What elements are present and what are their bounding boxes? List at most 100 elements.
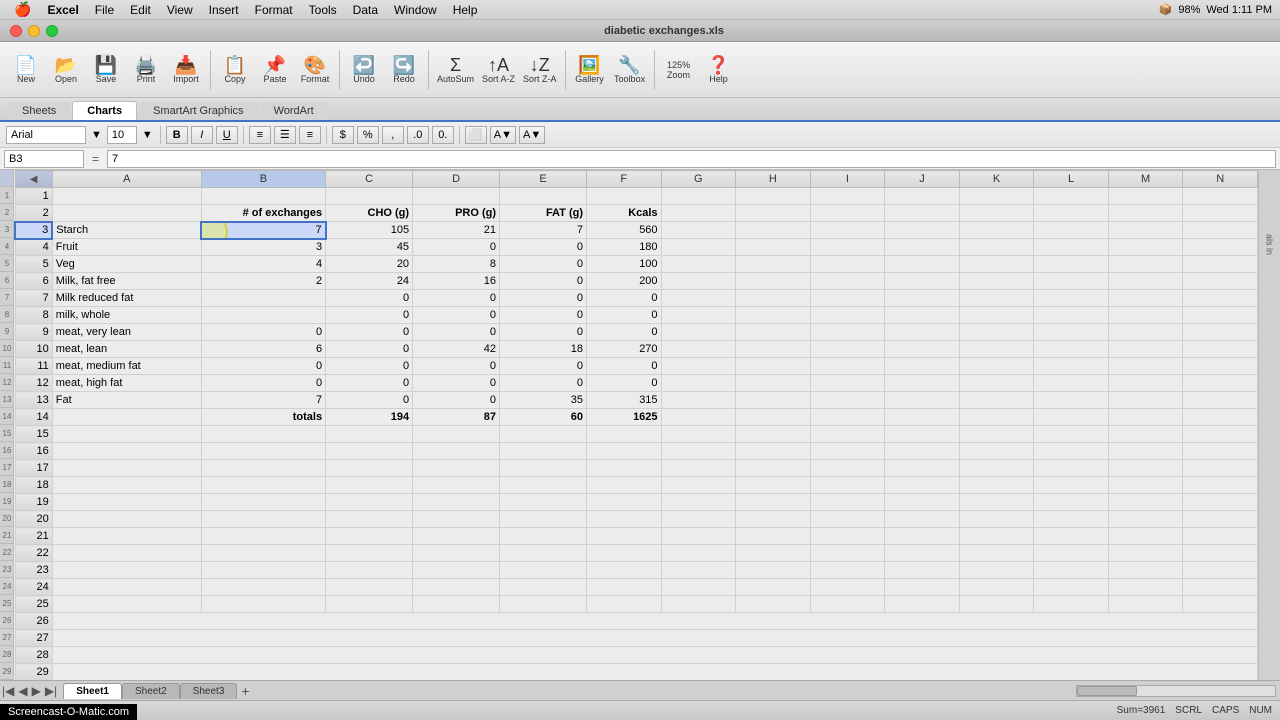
cell-l16[interactable] [1034, 443, 1109, 460]
cell-e12[interactable]: 0 [500, 375, 587, 392]
cell-k10[interactable] [959, 341, 1034, 358]
copy-button[interactable]: 📋 Copy [217, 46, 253, 94]
cell-empty-29[interactable] [52, 664, 1257, 681]
cell-a16[interactable] [52, 443, 201, 460]
cell-d23[interactable] [413, 562, 500, 579]
row-num-12[interactable]: 12 [15, 375, 52, 392]
cell-k18[interactable] [959, 477, 1034, 494]
cell-n3[interactable] [1183, 222, 1258, 239]
row-num-23[interactable]: 23 [15, 562, 52, 579]
cell-n23[interactable] [1183, 562, 1258, 579]
cell-k1[interactable] [959, 188, 1034, 205]
cell-b25[interactable] [201, 596, 325, 613]
cell-c12[interactable]: 0 [326, 375, 413, 392]
cell-h20[interactable] [736, 511, 811, 528]
cell-b10[interactable]: 6 [201, 341, 325, 358]
save-button[interactable]: 💾 Save [88, 46, 124, 94]
cell-g9[interactable] [661, 324, 736, 341]
cell-m11[interactable] [1108, 358, 1183, 375]
cell-c5[interactable]: 20 [326, 256, 413, 273]
cell-a6[interactable]: Milk, fat free [52, 273, 201, 290]
cell-m16[interactable] [1108, 443, 1183, 460]
sort-az-button[interactable]: ↑A Sort A-Z [480, 46, 517, 94]
autosum-button[interactable]: Σ AutoSum [435, 46, 476, 94]
cell-d16[interactable] [413, 443, 500, 460]
cell-a19[interactable] [52, 494, 201, 511]
cell-k7[interactable] [959, 290, 1034, 307]
tab-sheets[interactable]: Sheets [8, 102, 70, 120]
spreadsheet-grid[interactable]: ◀ A B C D E F G H I J K L M [14, 170, 1258, 680]
cell-d22[interactable] [413, 545, 500, 562]
cell-a23[interactable] [52, 562, 201, 579]
cell-k8[interactable] [959, 307, 1034, 324]
cell-k6[interactable] [959, 273, 1034, 290]
cell-b4[interactable]: 3 [201, 239, 325, 256]
cell-f8[interactable]: 0 [587, 307, 662, 324]
cell-j22[interactable] [885, 545, 960, 562]
cell-i18[interactable] [810, 477, 885, 494]
format-menu[interactable]: Format [249, 3, 299, 17]
cell-e16[interactable] [500, 443, 587, 460]
cell-empty-28[interactable] [52, 647, 1257, 664]
cell-f10[interactable]: 270 [587, 341, 662, 358]
cell-k23[interactable] [959, 562, 1034, 579]
cell-b18[interactable] [201, 477, 325, 494]
cell-b16[interactable] [201, 443, 325, 460]
col-header-i[interactable]: I [810, 171, 885, 188]
cell-k21[interactable] [959, 528, 1034, 545]
cell-h22[interactable] [736, 545, 811, 562]
cell-f9[interactable]: 0 [587, 324, 662, 341]
cell-b1[interactable] [201, 188, 325, 205]
cell-f1[interactable] [587, 188, 662, 205]
col-header-l[interactable]: L [1034, 171, 1109, 188]
cell-a5[interactable]: Veg [52, 256, 201, 273]
fill-color-button[interactable]: A▼ [490, 126, 516, 144]
cell-g17[interactable] [661, 460, 736, 477]
cell-d14[interactable]: 87 [413, 409, 500, 426]
row-num-27[interactable]: 27 [15, 630, 52, 647]
row-num-25[interactable]: 25 [15, 596, 52, 613]
tools-menu[interactable]: Tools [303, 3, 343, 17]
cell-h8[interactable] [736, 307, 811, 324]
cell-a21[interactable] [52, 528, 201, 545]
cell-d25[interactable] [413, 596, 500, 613]
cell-h25[interactable] [736, 596, 811, 613]
cell-a13[interactable]: Fat [52, 392, 201, 409]
cell-f12[interactable]: 0 [587, 375, 662, 392]
cell-n16[interactable] [1183, 443, 1258, 460]
cell-b24[interactable] [201, 579, 325, 596]
cell-b2[interactable]: # of exchanges [201, 205, 325, 222]
cell-h2[interactable] [736, 205, 811, 222]
cell-f7[interactable]: 0 [587, 290, 662, 307]
cell-n17[interactable] [1183, 460, 1258, 477]
cell-l2[interactable] [1034, 205, 1109, 222]
cell-e17[interactable] [500, 460, 587, 477]
cell-h18[interactable] [736, 477, 811, 494]
cell-h3[interactable] [736, 222, 811, 239]
cell-h7[interactable] [736, 290, 811, 307]
cell-i19[interactable] [810, 494, 885, 511]
cell-d10[interactable]: 42 [413, 341, 500, 358]
cell-g19[interactable] [661, 494, 736, 511]
cell-i5[interactable] [810, 256, 885, 273]
cell-k25[interactable] [959, 596, 1034, 613]
cell-g11[interactable] [661, 358, 736, 375]
underline-button[interactable]: U [216, 126, 238, 144]
cell-f4[interactable]: 180 [587, 239, 662, 256]
cell-c23[interactable] [326, 562, 413, 579]
help-button[interactable]: ❓ Help [701, 46, 737, 94]
cell-m10[interactable] [1108, 341, 1183, 358]
tab-wordart[interactable]: WordArt [260, 102, 328, 120]
excel-menu[interactable]: Excel [41, 3, 84, 17]
cell-i7[interactable] [810, 290, 885, 307]
row-num-26[interactable]: 26 [15, 613, 52, 630]
cell-j20[interactable] [885, 511, 960, 528]
cell-m1[interactable] [1108, 188, 1183, 205]
cell-l24[interactable] [1034, 579, 1109, 596]
cell-l12[interactable] [1034, 375, 1109, 392]
cell-l15[interactable] [1034, 426, 1109, 443]
tab-smartart[interactable]: SmartArt Graphics [139, 102, 257, 120]
cell-e15[interactable] [500, 426, 587, 443]
cell-d15[interactable] [413, 426, 500, 443]
cell-h10[interactable] [736, 341, 811, 358]
